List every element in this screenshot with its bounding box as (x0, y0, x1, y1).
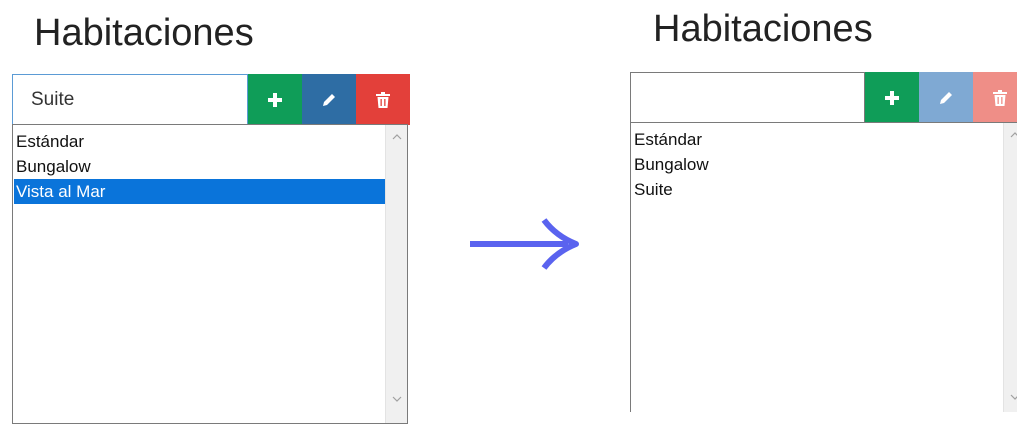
toolbar (630, 72, 1017, 123)
add-button[interactable] (248, 74, 302, 125)
chevron-down-icon (392, 396, 402, 402)
scrollbar[interactable] (1003, 123, 1017, 412)
delete-button-disabled (973, 72, 1017, 123)
room-name-input[interactable] (630, 72, 865, 123)
scroll-up-button[interactable] (386, 127, 407, 147)
right-arrow-icon (468, 216, 580, 272)
room-name-input[interactable] (12, 74, 248, 125)
scroll-up-button[interactable] (1004, 125, 1017, 145)
pencil-icon (938, 90, 954, 106)
chevron-up-icon (392, 134, 402, 140)
edit-button[interactable] (302, 74, 356, 125)
plus-icon (884, 90, 900, 106)
scrollbar[interactable] (385, 125, 407, 423)
room-list-items: Estándar Bungalow Vista al Mar (14, 129, 385, 204)
list-item[interactable]: Bungalow (632, 152, 1003, 177)
panel-title: Habitaciones (34, 12, 254, 55)
after-panel: Habitaciones Estándar Bungalow (620, 0, 1017, 412)
room-list-items: Estándar Bungalow Suite (632, 127, 1003, 202)
scroll-down-button[interactable] (386, 389, 407, 409)
panel-title: Habitaciones (653, 8, 873, 51)
list-item[interactable]: Estándar (632, 127, 1003, 152)
trash-icon (376, 92, 390, 108)
toolbar (12, 74, 410, 125)
chevron-down-icon (1010, 394, 1017, 400)
add-button[interactable] (865, 72, 919, 123)
trash-icon (993, 90, 1007, 106)
list-item-selected[interactable]: Vista al Mar (14, 179, 385, 204)
before-panel: Habitaciones Estándar Bungalow (0, 0, 430, 412)
chevron-up-icon (1010, 132, 1017, 138)
delete-button[interactable] (356, 74, 410, 125)
list-item[interactable]: Suite (632, 177, 1003, 202)
scroll-down-button[interactable] (1004, 387, 1017, 407)
room-list[interactable]: Estándar Bungalow Suite (630, 122, 1017, 412)
plus-icon (267, 92, 283, 108)
pencil-icon (321, 92, 337, 108)
list-item[interactable]: Estándar (14, 129, 385, 154)
list-item[interactable]: Bungalow (14, 154, 385, 179)
room-list[interactable]: Estándar Bungalow Vista al Mar (12, 124, 408, 424)
edit-button-disabled (919, 72, 973, 123)
